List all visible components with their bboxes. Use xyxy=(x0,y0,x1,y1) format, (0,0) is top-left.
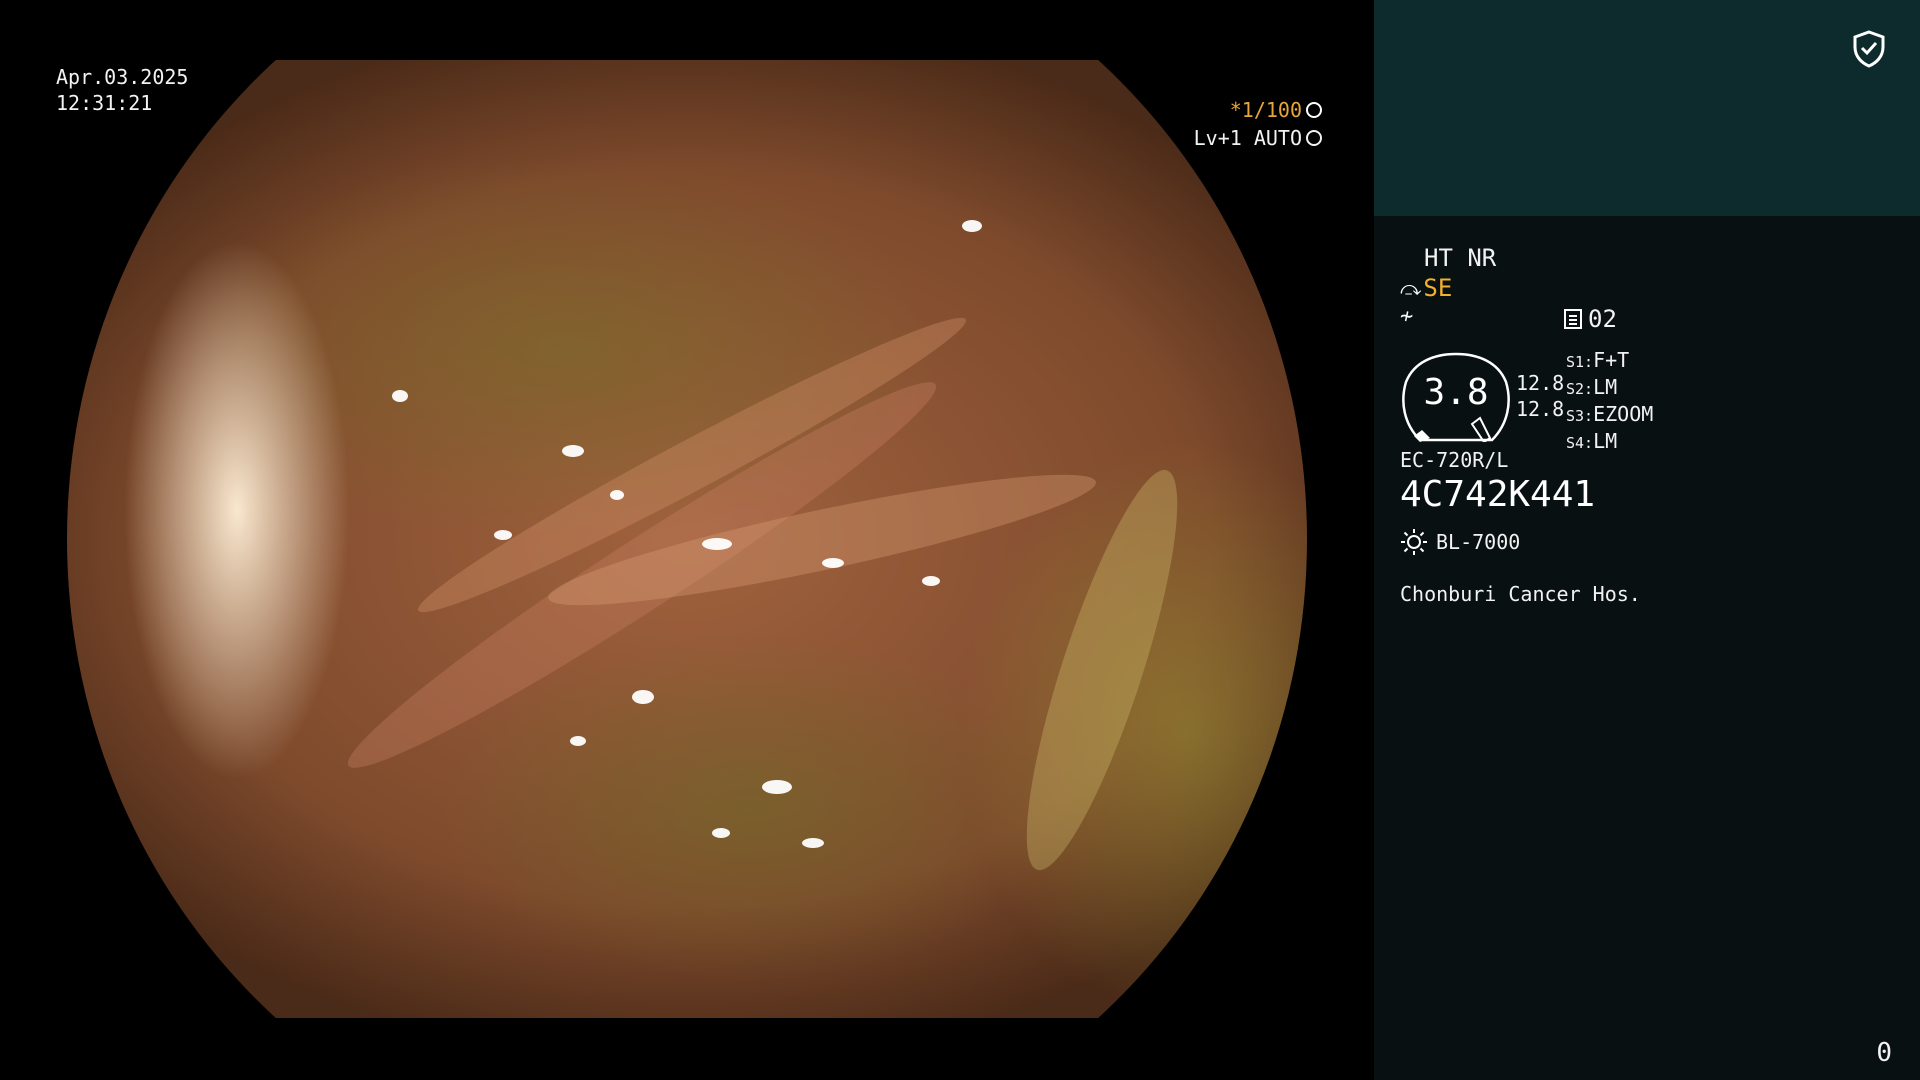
structure-enhance-icon: ⤼ xyxy=(1400,276,1422,300)
switch-item: S3:EZOOM xyxy=(1566,402,1653,429)
gauge-readout-2: 12.8 xyxy=(1516,397,1565,421)
channel-label: 02 xyxy=(1588,305,1617,333)
gauge-readout-1: 12.8 xyxy=(1516,371,1565,395)
switch-item: S2:LM xyxy=(1566,375,1653,402)
switch-key: S3: xyxy=(1566,407,1594,425)
side-panel xyxy=(1374,216,1920,1080)
video-mask-bottom xyxy=(0,1018,1374,1080)
image-counter: 0 xyxy=(1876,1038,1892,1068)
shield-check-icon xyxy=(1853,30,1885,68)
light-source-label: BL-7000 xyxy=(1436,530,1521,554)
date-time: Apr.03.2025 12:31:21 xyxy=(56,64,188,116)
switch-value: LM xyxy=(1593,429,1618,453)
light-source-row: BL-7000 xyxy=(1400,528,1520,556)
switch-list: S1:F+T S2:LM S3:EZOOM S4:LM xyxy=(1566,348,1653,456)
endoscope-video: Apr.03.2025 12:31:21 *1/100 Lv+1 AUTO xyxy=(0,0,1374,1080)
shutter-speed: *1/100 xyxy=(1230,98,1322,122)
hospital-name: Chonburi Cancer Hos. xyxy=(1400,582,1641,606)
switch-item: S4:LM xyxy=(1566,429,1653,456)
switch-key: S1: xyxy=(1566,353,1594,371)
switch-value: F+T xyxy=(1593,348,1630,372)
switch-key: S2: xyxy=(1566,380,1594,398)
switch-value: LM xyxy=(1593,375,1618,399)
enhancement-row: ⤼ SE xyxy=(1400,274,1452,302)
side-panel-header xyxy=(1374,0,1920,216)
iris-icon xyxy=(1306,130,1322,146)
endoscope-image xyxy=(67,60,1307,1018)
video-mask-top xyxy=(0,0,1374,60)
aperture-icon xyxy=(1306,102,1322,118)
scope-model: EC-720R/L xyxy=(1400,448,1509,472)
gauge-value: 3.8 xyxy=(1423,372,1489,413)
channel-row: 02 xyxy=(1564,305,1617,333)
date-label: Apr.03.2025 xyxy=(56,65,189,89)
document-icon xyxy=(1564,309,1582,329)
color-tone-icon: ≁ xyxy=(1400,304,1414,329)
mode-label: HT NR xyxy=(1424,244,1497,272)
sun-icon xyxy=(1401,529,1427,555)
switch-item: S1:F+T xyxy=(1566,348,1653,375)
gauge-readouts: 12.8 12.8 xyxy=(1516,370,1564,422)
scope-serial: 4C742K441 xyxy=(1400,474,1596,515)
enhancement-label: SE xyxy=(1423,274,1453,302)
brightness-level: Lv+1 AUTO xyxy=(1194,126,1322,150)
time-label: 12:31:21 xyxy=(56,91,153,115)
switch-key: S4: xyxy=(1566,434,1594,452)
switch-value: EZOOM xyxy=(1593,402,1654,426)
level-label: Lv+1 AUTO xyxy=(1193,126,1302,150)
shutter-label: *1/100 xyxy=(1229,98,1302,122)
